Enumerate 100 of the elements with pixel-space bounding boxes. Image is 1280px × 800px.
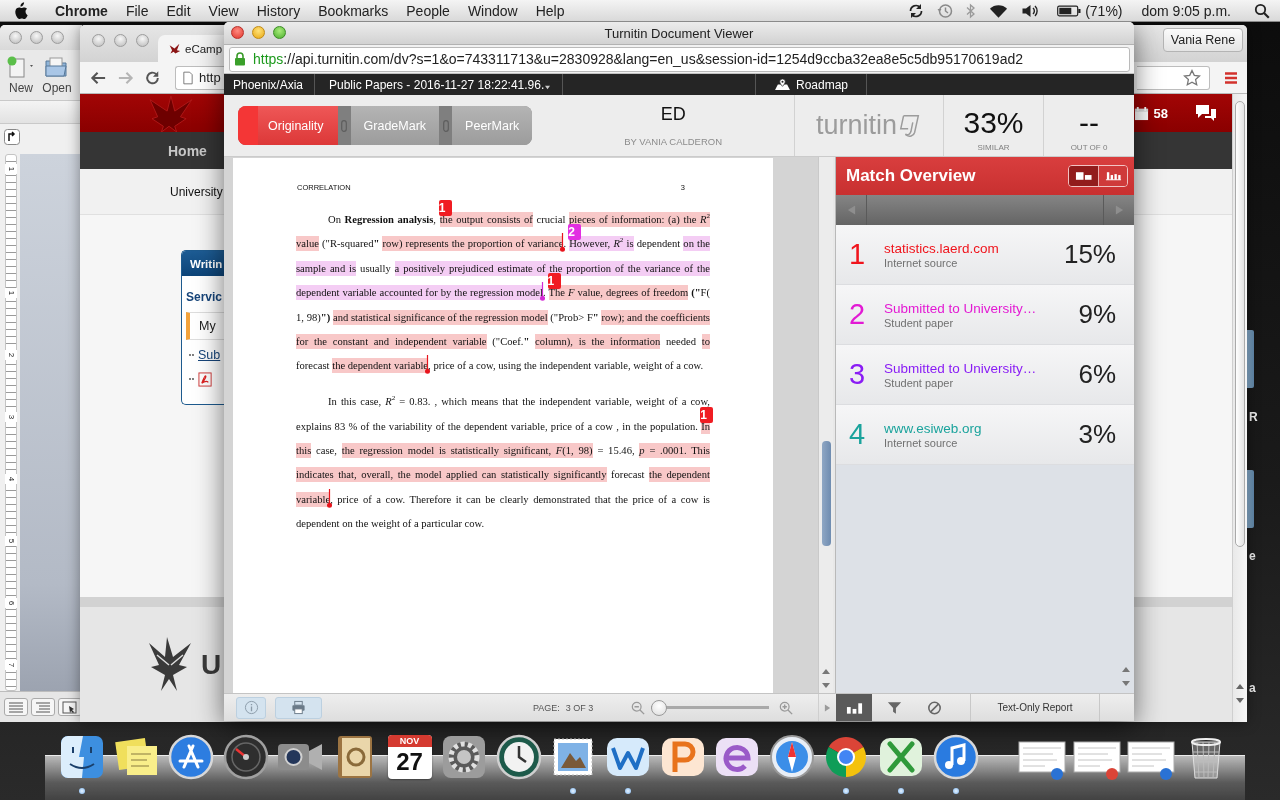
search-icon[interactable] <box>1254 2 1270 19</box>
address-bar[interactable]: https://api.turnitin.com/dv?s=1&o=743311713&u=2830928&lang=en_us&session-id=1254d9ccba32ea8e5c5db95170619ad2 <box>229 46 1130 72</box>
pdf-file-icon[interactable] <box>198 371 213 387</box>
assignment-title[interactable]: Public Papers - 2016-11-27 18:22:41.96. <box>329 77 545 92</box>
grade-value[interactable]: -- <box>1079 105 1099 141</box>
view-toggle[interactable] <box>1098 166 1127 186</box>
highlighted-text[interactable]: row) represents the proportion of variance <box>382 236 564 252</box>
clock[interactable]: dom 9:05 p.m. <box>1141 2 1231 19</box>
highlighted-text[interactable]: the regression model is statistically significant, F(1, 98) <box>341 443 593 458</box>
zoom-button[interactable] <box>273 26 286 39</box>
document-text: case, <box>315 445 338 456</box>
match-row[interactable]: 3 Submitted to University… Student paper 6% <box>836 345 1134 405</box>
chat-bubbles-icon[interactable] <box>1194 103 1218 123</box>
highlighted-text[interactable]: a positively prejudiced estimate of the proportion of the variance of the <box>394 260 710 276</box>
highlighted-text[interactable]: to <box>701 333 710 349</box>
star-icon[interactable] <box>1183 68 1201 87</box>
caret-down-icon[interactable] <box>545 85 551 90</box>
address-bar[interactable] <box>1137 65 1210 90</box>
profile-button[interactable]: Vania Rene <box>1163 28 1243 52</box>
match-source-link[interactable]: Submitted to University… <box>884 360 1079 376</box>
scrollbar[interactable] <box>1232 94 1247 722</box>
scroll-down-icon[interactable] <box>1235 696 1245 704</box>
menu-item[interactable]: History <box>247 2 310 19</box>
scroll-thumb[interactable] <box>821 441 831 546</box>
menu-item[interactable]: People <box>397 2 459 19</box>
ruler-number: 6 <box>5 598 17 608</box>
highlighted-text[interactable]: the dependent <box>649 467 710 483</box>
highlighted-text[interactable]: this <box>296 443 312 458</box>
highlighted-text[interactable]: value <box>296 236 319 252</box>
pin-marker-icon[interactable] <box>327 488 333 508</box>
browser-tab[interactable]: eCamp <box>158 35 224 62</box>
scroll-up-icon[interactable] <box>1235 683 1245 691</box>
notification-count[interactable]: 58 <box>1153 105 1168 121</box>
highlighted-text[interactable]: However, R$^{2}$ is <box>569 236 634 252</box>
pin-marker-icon[interactable] <box>560 233 566 253</box>
menu-item[interactable]: Help <box>526 2 574 19</box>
slider-thumb[interactable] <box>651 699 668 716</box>
current-item[interactable]: My <box>186 312 224 340</box>
sync-icon[interactable] <box>908 2 925 19</box>
match-number-badge[interactable]: 1 <box>438 200 452 216</box>
grip-icon <box>341 119 348 132</box>
scroll-down-icon[interactable] <box>1121 679 1131 687</box>
apple-logo-icon[interactable] <box>13 1 28 20</box>
scroll-down-icon[interactable] <box>821 681 831 689</box>
highlighted-text[interactable]: the output consists of <box>439 212 533 227</box>
menu-icon[interactable] <box>1224 70 1238 85</box>
wifi-icon[interactable] <box>989 2 1009 19</box>
toolbar-button[interactable]: Open <box>39 56 75 95</box>
page-label: PAGE: <box>533 702 560 713</box>
menu-item[interactable]: Window <box>458 2 527 19</box>
highlighted-text[interactable]: and statistical significance of the regression model <box>332 309 548 325</box>
highlighted-text[interactable]: pieces of information: (a) the R$^{2}$ <box>568 212 710 227</box>
highlighted-text[interactable]: variable <box>296 491 331 507</box>
scroll-up-icon[interactable] <box>1121 666 1131 674</box>
text-only-report-button[interactable]: Text-Only Report <box>970 694 1100 721</box>
calendar-icon[interactable] <box>1133 105 1149 121</box>
highlighted-text[interactable]: row); and the coefficients <box>601 309 710 325</box>
menu-item[interactable]: File <box>116 2 158 19</box>
panel-tool-button[interactable] <box>836 694 872 721</box>
tab-stop-icon[interactable] <box>4 129 20 145</box>
toolbar-button[interactable]: New <box>3 56 39 95</box>
highlighted-text[interactable]: sample and is <box>296 260 357 276</box>
highlighted-text[interactable]: on the <box>683 236 710 252</box>
menu-item[interactable]: Edit <box>157 2 200 19</box>
layout-view-icon[interactable] <box>58 698 82 716</box>
match-source-link[interactable]: statistics.laerd.com <box>884 240 1064 256</box>
match-number-badge[interactable]: 1 <box>700 406 714 423</box>
scroll-up-icon[interactable] <box>821 668 831 676</box>
battery-icon[interactable] <box>1057 4 1082 17</box>
similarity-score[interactable]: 33% <box>963 105 1024 141</box>
match-source-link[interactable]: Submitted to University… <box>884 300 1079 316</box>
highlighted-text[interactable]: p = .0001. This <box>639 443 710 458</box>
class-name: Phoenix/Axia <box>233 77 304 92</box>
match-row[interactable]: 2 Submitted to University… Student paper 9% <box>836 285 1134 345</box>
highlighted-text[interactable]: indicates that, overall, the model applied can statistically significantly <box>296 467 607 483</box>
calendar-tile[interactable]: NOV 27 <box>387 735 432 779</box>
match-row[interactable]: 4 www.esiweb.org Internet source 3% <box>836 405 1134 465</box>
highlighted-text[interactable]: for the constant and independent variable <box>296 333 487 349</box>
view-toggle[interactable] <box>1069 166 1098 186</box>
ruler-number: 1 <box>5 288 17 298</box>
back-arrow-icon[interactable] <box>90 69 107 86</box>
match-row[interactable]: 1 statistics.laerd.com Internet source 15% <box>836 225 1134 285</box>
app-menu[interactable]: Chrome <box>46 2 117 19</box>
tab[interactable]: Originality <box>238 106 338 145</box>
scroll-thumb[interactable] <box>1235 101 1245 547</box>
reload-icon[interactable] <box>144 69 161 86</box>
match-number-badge[interactable]: 2 <box>568 224 582 241</box>
menu-item[interactable]: Bookmarks <box>309 2 398 19</box>
nav-link[interactable]: Home <box>168 142 207 159</box>
card-link[interactable]: Sub <box>198 348 221 362</box>
menu-item[interactable]: View <box>199 2 248 19</box>
scrollbar[interactable] <box>818 157 833 693</box>
desktop-label: R <box>1249 409 1258 425</box>
print-button[interactable] <box>275 696 322 719</box>
volume-icon[interactable] <box>1021 2 1041 19</box>
address-bar[interactable]: http <box>175 65 227 90</box>
close-button[interactable] <box>231 26 244 39</box>
match-number-badge[interactable]: 1 <box>547 273 561 290</box>
highlighted-text[interactable]: column), is the information <box>535 333 661 349</box>
highlighted-text[interactable]: The F value, degrees of freedom <box>548 285 689 301</box>
